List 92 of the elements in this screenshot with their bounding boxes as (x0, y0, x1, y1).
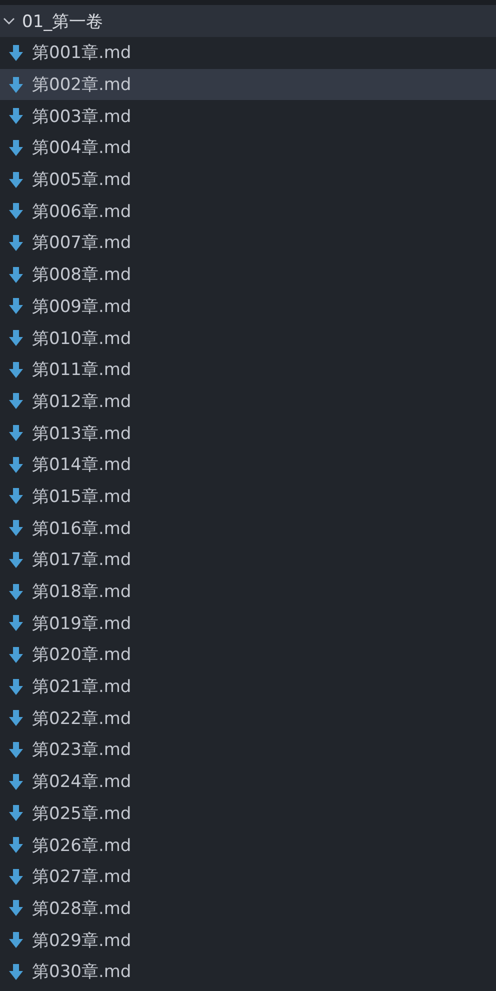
file-item[interactable]: 第015章.md (0, 480, 496, 512)
file-item[interactable]: 第010章.md (0, 322, 496, 354)
file-name: 第023章.md (32, 739, 132, 762)
arrow-down-icon (9, 584, 23, 600)
file-item[interactable]: 第020章.md (0, 639, 496, 671)
arrow-down-icon (9, 520, 23, 536)
file-name: 第028章.md (32, 898, 132, 920)
arrow-down-icon (9, 140, 23, 156)
arrow-down-icon (9, 44, 23, 61)
file-name: 第003章.md (32, 106, 132, 128)
arrow-down-icon (9, 710, 23, 726)
arrow-down-icon (9, 393, 23, 410)
file-item[interactable]: 第028章.md (0, 892, 496, 924)
file-item[interactable]: 第003章.md (0, 100, 496, 132)
file-item[interactable]: 第017章.md (0, 544, 496, 576)
arrow-down-icon (9, 266, 23, 283)
file-item[interactable]: 第011章.md (0, 354, 496, 386)
file-item[interactable]: 第029章.md (0, 924, 496, 956)
arrow-down-icon (9, 488, 23, 504)
file-item[interactable]: 第006章.md (0, 195, 496, 228)
file-item[interactable]: 第021章.md (0, 670, 496, 702)
file-item[interactable]: 第019章.md (0, 607, 496, 640)
file-item[interactable]: 第014章.md (0, 448, 496, 481)
file-name: 第001章.md (32, 42, 132, 64)
arrow-down-icon (9, 932, 23, 948)
arrow-down-icon (9, 615, 23, 632)
arrow-down-icon (9, 964, 23, 980)
folder-row[interactable]: 01_第一卷 (0, 5, 496, 37)
arrow-down-icon (9, 837, 23, 854)
file-name: 第002章.md (32, 74, 132, 96)
file-name: 第009章.md (32, 296, 132, 318)
file-name: 第006章.md (32, 200, 132, 223)
file-name: 第004章.md (32, 137, 132, 160)
folder-name: 01_第一卷 (22, 10, 104, 32)
file-name: 第013章.md (32, 422, 132, 445)
file-name: 第015章.md (32, 486, 132, 508)
file-item[interactable]: 第008章.md (0, 258, 496, 290)
file-item[interactable]: 第007章.md (0, 227, 496, 259)
file-item[interactable]: 第023章.md (0, 734, 496, 766)
file-item[interactable]: 第024章.md (0, 766, 496, 798)
file-item[interactable]: 第030章.md (0, 956, 496, 988)
file-name: 第010章.md (32, 328, 132, 350)
file-item[interactable]: 第002章.md (0, 68, 496, 100)
file-item[interactable]: 第005章.md (0, 164, 496, 196)
arrow-down-icon (9, 203, 23, 220)
file-item[interactable]: 第009章.md (0, 290, 496, 322)
file-name: 第017章.md (32, 549, 132, 572)
file-item[interactable]: 第016章.md (0, 512, 496, 544)
arrow-down-icon (9, 868, 23, 885)
file-name: 第027章.md (32, 866, 132, 888)
file-name: 第022章.md (32, 708, 132, 730)
file-item[interactable]: 第025章.md (0, 798, 496, 830)
file-name: 第019章.md (32, 612, 132, 635)
arrow-down-icon (9, 330, 23, 346)
file-name: 第018章.md (32, 581, 132, 604)
arrow-down-icon (9, 678, 23, 695)
file-name: 第025章.md (32, 802, 132, 825)
file-item[interactable]: 第001章.md (0, 37, 496, 69)
file-item[interactable]: 第027章.md (0, 860, 496, 893)
file-name: 第026章.md (32, 834, 132, 857)
arrow-down-icon (9, 425, 23, 442)
file-item[interactable]: 第004章.md (0, 132, 496, 164)
arrow-down-icon (9, 805, 23, 822)
arrow-down-icon (9, 742, 23, 758)
file-name: 第011章.md (32, 359, 132, 382)
arrow-down-icon (9, 172, 23, 188)
arrow-down-icon (9, 552, 23, 568)
file-name: 第016章.md (32, 518, 132, 540)
arrow-down-icon (9, 774, 23, 790)
arrow-down-icon (9, 234, 23, 251)
file-item[interactable]: 第013章.md (0, 417, 496, 449)
file-name: 第021章.md (32, 676, 132, 698)
file-name: 第030章.md (32, 961, 132, 984)
arrow-down-icon (9, 456, 23, 473)
file-name: 第020章.md (32, 644, 132, 666)
file-name: 第008章.md (32, 264, 132, 286)
arrow-down-icon (9, 298, 23, 314)
arrow-down-icon (9, 900, 23, 916)
file-item[interactable]: 第022章.md (0, 702, 496, 734)
file-name: 第007章.md (32, 232, 132, 254)
file-name: 第024章.md (32, 771, 132, 794)
arrow-down-icon (9, 362, 23, 378)
file-item[interactable]: 第018章.md (0, 576, 496, 608)
arrow-down-icon (9, 108, 23, 124)
arrow-down-icon (9, 646, 23, 663)
file-name: 第029章.md (32, 930, 132, 952)
arrow-down-icon (9, 76, 23, 93)
file-name: 第012章.md (32, 390, 132, 413)
file-name: 第005章.md (32, 169, 132, 192)
file-item[interactable]: 第012章.md (0, 386, 496, 418)
file-item[interactable]: 第026章.md (0, 829, 496, 861)
file-name: 第014章.md (32, 454, 132, 476)
